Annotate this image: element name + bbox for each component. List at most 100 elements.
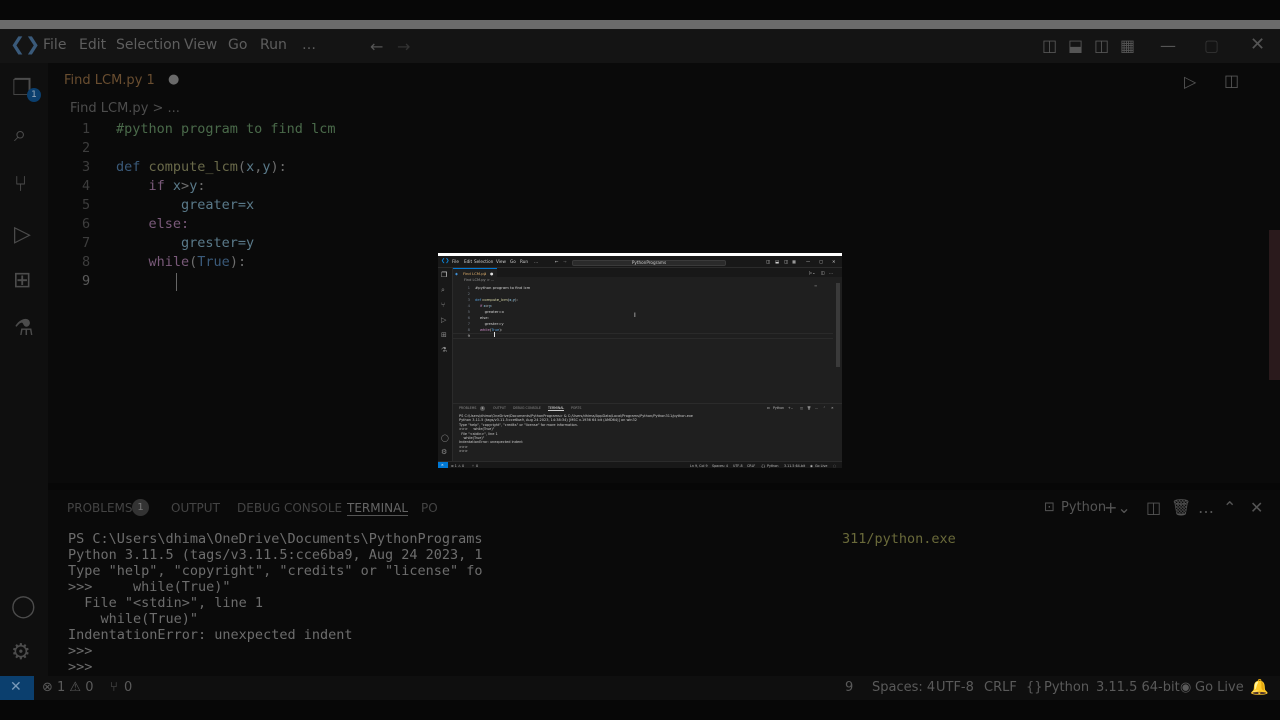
bg-terminal-line: IndentationError: unexpected indent: [68, 627, 353, 643]
terminal-line: Type "help", "copyright", "credits" or "…: [459, 422, 579, 427]
source-control-icon[interactable]: ⑂: [441, 301, 445, 309]
panel-tab-debug-console[interactable]: DEBUG CONSOLE: [513, 406, 541, 410]
bg-menu-more: …: [302, 37, 316, 53]
status-golive[interactable]: Go Live: [815, 464, 827, 468]
bg-menu-run: Run: [260, 37, 287, 53]
close-panel-icon[interactable]: ✕: [831, 406, 834, 410]
bg-scroll-strip: [1269, 230, 1280, 380]
menu-run[interactable]: Run: [520, 259, 528, 264]
bg-terminal-line: PS C:\Users\dhima\OneDrive\Documents\Pyt…: [68, 531, 483, 547]
status-bar: ✕ ⊗ 1 ⚠ 0 ⑂ 0 Ln 9, Col 9 Spaces: 4 UTF-…: [438, 461, 842, 468]
trash-icon[interactable]: 🗑: [807, 406, 811, 410]
explorer-icon[interactable]: ❐: [441, 271, 447, 279]
bg-manage-icon: ⚙: [11, 640, 31, 665]
panel-tabs: PROBLEMS 1 OUTPUT DEBUG CONSOLE TERMINAL…: [453, 403, 842, 411]
search-icon[interactable]: ⌕: [441, 286, 445, 294]
bg-text-cursor: [176, 273, 177, 291]
bell-icon[interactable]: ◌: [833, 464, 836, 468]
bg-menu-selection: Selection: [116, 37, 181, 53]
tab-find-lcm[interactable]: ◆ Find LCM.py 1 ●: [453, 268, 497, 277]
command-center-search[interactable]: PythonPrograms: [572, 260, 726, 266]
maximize-icon[interactable]: ▢: [819, 259, 823, 264]
status-indentation[interactable]: Spaces: 4: [712, 464, 728, 468]
bg-panel-tab-output: OUTPUT: [171, 501, 220, 515]
menu-go[interactable]: Go: [510, 259, 516, 264]
bg-tab-dirty-dot: ●: [168, 72, 180, 87]
minimize-icon[interactable]: —: [806, 259, 810, 264]
layout-panel-icon[interactable]: ⬓: [775, 259, 779, 264]
panel-tab-ports[interactable]: PORTS: [571, 406, 581, 410]
status-problems[interactable]: ⊗ 1 ⚠ 0: [451, 464, 464, 468]
layout-custom-icon[interactable]: ▦: [792, 259, 796, 264]
bg-terminal-line: while(True)": [68, 611, 199, 627]
status-eol[interactable]: CRLF: [747, 464, 755, 468]
line-number: 6: [467, 315, 470, 320]
panel-tab-terminal[interactable]: TERMINAL: [548, 406, 565, 411]
split-editor-icon[interactable]: ◫: [821, 270, 825, 275]
panel-tab-problems[interactable]: PROBLEMS: [459, 406, 476, 410]
bg-layout-custom-icon: ▦: [1120, 36, 1136, 55]
line-number: 4: [467, 303, 470, 308]
problems-badge: 1: [480, 405, 485, 411]
manage-gear-icon[interactable]: ⚙: [441, 448, 447, 456]
bg-terminal-shell-label: Python: [1061, 500, 1107, 515]
bg-line-number: 3: [82, 159, 91, 175]
maximize-panel-icon[interactable]: ⌃: [823, 406, 826, 410]
status-cursor-position[interactable]: Ln 9, Col 9: [690, 464, 708, 468]
menu-edit[interactable]: Edit: [464, 259, 472, 264]
account-icon[interactable]: ◯: [441, 434, 449, 442]
close-icon[interactable]: ✕: [832, 259, 836, 264]
terminal-shell-icon: ⊡: [767, 406, 770, 410]
mouse-ibeam-icon: I: [634, 312, 636, 319]
more-actions-icon[interactable]: …: [829, 270, 833, 275]
bg-terminal-line: File "<stdin>", line 1: [68, 595, 264, 611]
status-interpreter[interactable]: 3.11.5 64-bit: [784, 464, 805, 468]
extensions-icon[interactable]: ⊞: [441, 331, 447, 339]
golive-icon: ◉: [810, 463, 813, 468]
new-terminal-icon[interactable]: +⌄: [788, 406, 793, 410]
bg-run-icon: ▷: [1184, 72, 1197, 91]
unsaved-dot-icon[interactable]: ●: [490, 271, 493, 276]
menu-more[interactable]: …: [534, 259, 538, 264]
remote-indicator[interactable]: ✕: [438, 462, 448, 468]
menu-selection[interactable]: Selection: [474, 259, 493, 264]
terminal-shell-label[interactable]: Python: [773, 406, 784, 410]
bg-terminal-shell-icon: ⊡: [1044, 500, 1055, 515]
panel-more-icon[interactable]: …: [815, 406, 818, 410]
bg-run-debug-icon: ▷: [14, 222, 31, 247]
testing-icon[interactable]: ⚗: [441, 346, 447, 354]
run-python-icon[interactable]: ▷⌄: [809, 270, 815, 275]
status-ports[interactable]: 0: [476, 464, 478, 468]
run-debug-icon[interactable]: ▷: [441, 316, 446, 324]
text-cursor: [494, 332, 495, 337]
bg-terminal-line: Python 3.11.5 (tags/v3.11.5:cce6ba9, Aug…: [68, 547, 483, 563]
bg-code-line: def compute_lcm(x,y):: [116, 159, 287, 175]
menu-file[interactable]: File: [452, 259, 459, 264]
bg-layout-secondary-icon: ◫: [1094, 36, 1110, 55]
bg-status-col: 9: [845, 680, 854, 695]
status-encoding[interactable]: UTF-8: [733, 464, 743, 468]
bg-status-ports: 0: [124, 680, 133, 695]
code-line-6: else:: [475, 315, 489, 320]
code-line-3: def compute_lcm(x,y):: [475, 297, 518, 302]
bg-status-golive-icon: ◉: [1180, 680, 1192, 695]
menu-view[interactable]: View: [496, 259, 506, 264]
status-language[interactable]: Python: [767, 464, 778, 468]
bg-vscode-logo-icon: ❮❯: [10, 34, 41, 55]
layout-sidebar-icon[interactable]: ◫: [766, 259, 770, 264]
layout-secondary-icon[interactable]: ◫: [784, 259, 788, 264]
panel-tab-output[interactable]: OUTPUT: [493, 406, 506, 410]
bg-code-line: else:: [116, 216, 190, 232]
bg-maximize-icon: ▢: [1204, 36, 1220, 55]
bg-explorer-badge: 1: [27, 88, 41, 102]
bg-layout-sidebar-icon: ◫: [1042, 36, 1058, 55]
bg-code-line: grester=y: [116, 235, 255, 251]
breadcrumb[interactable]: Find LCM.py > ...: [464, 278, 494, 282]
bg-status-ports-icon: ⑂: [110, 680, 118, 695]
back-arrow-icon[interactable]: ←: [555, 259, 559, 264]
forward-arrow-icon[interactable]: →: [563, 259, 567, 264]
bg-tab-label: Find LCM.py 1: [64, 73, 155, 88]
editor-scrollbar[interactable]: [836, 283, 840, 367]
split-terminal-icon[interactable]: ◫: [800, 406, 803, 410]
bg-terminal-line: >>>: [68, 659, 93, 675]
